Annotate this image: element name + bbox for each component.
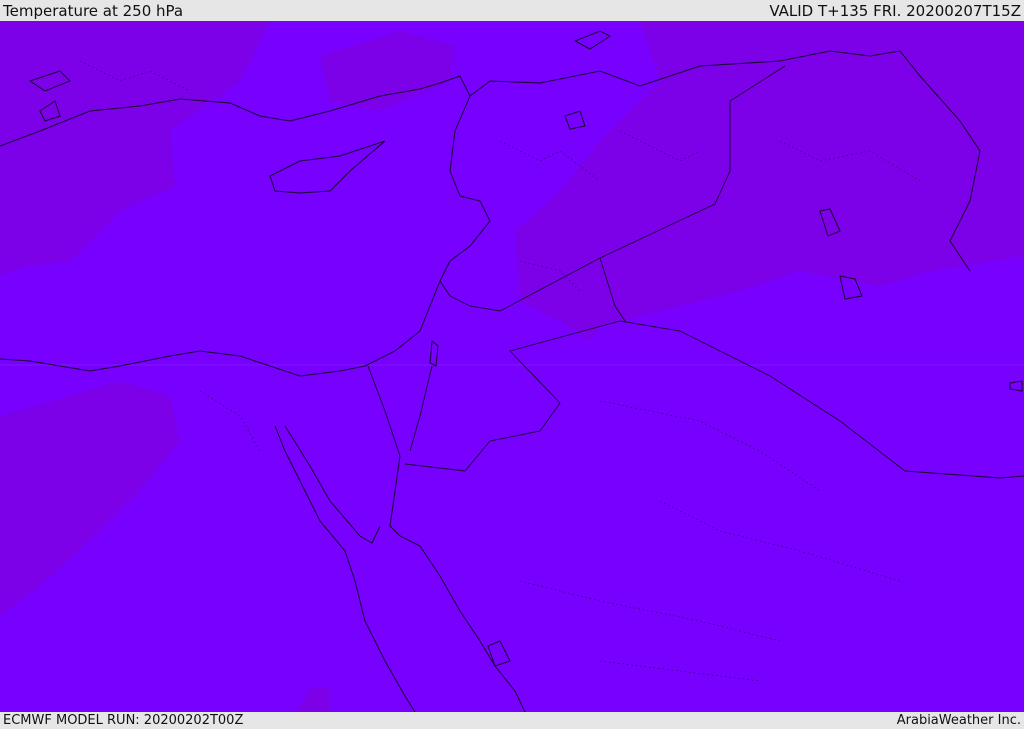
credit-label: ArabiaWeather Inc. — [896, 713, 1021, 728]
valid-time: VALID T+135 FRI. 20200207T15Z — [769, 1, 1021, 20]
model-run: ECMWF MODEL RUN: 20200202T00Z — [3, 713, 244, 728]
map-title: Temperature at 250 hPa — [3, 1, 184, 20]
map-footer: ECMWF MODEL RUN: 20200202T00Z ArabiaWeat… — [0, 712, 1024, 729]
weather-map[interactable] — [0, 21, 1024, 712]
map-canvas — [0, 21, 1024, 712]
map-header: Temperature at 250 hPa VALID T+135 FRI. … — [0, 0, 1024, 21]
